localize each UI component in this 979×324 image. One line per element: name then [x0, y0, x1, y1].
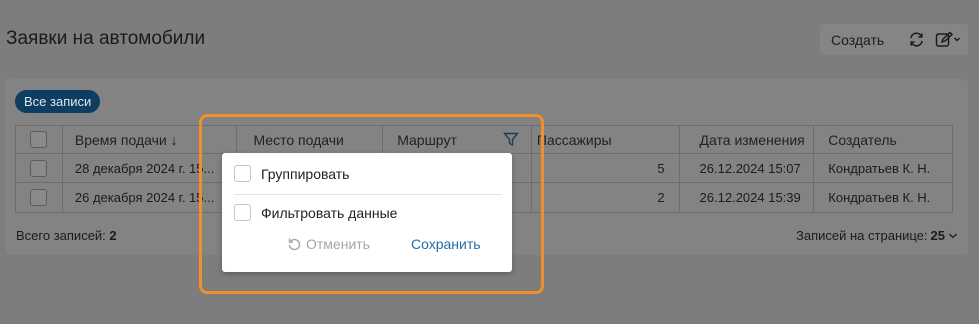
row-select-cell: [16, 183, 63, 212]
column-options-popup: Группировать Фильтровать данные Отменить…: [222, 153, 512, 272]
page-size-selector[interactable]: Записей на странице: 25: [796, 228, 958, 243]
total-records-value: 2: [109, 228, 117, 243]
column-header-creator[interactable]: Создатель: [814, 126, 952, 153]
select-all-cell: [16, 126, 63, 153]
row-select-cell: [16, 154, 63, 182]
cell-modified: 26.12.2024 15:39: [680, 183, 815, 212]
row-checkbox[interactable]: [30, 159, 48, 177]
page-size-value: 25: [930, 228, 945, 243]
select-all-checkbox[interactable]: [30, 131, 48, 148]
filter-data-checkbox[interactable]: [234, 204, 251, 221]
cancel-button-label: Отменить: [306, 236, 370, 252]
page-size-label: Записей на странице:: [796, 228, 928, 243]
column-header-modified[interactable]: Дата изменения: [680, 126, 815, 153]
group-option-label: Группировать: [261, 165, 350, 182]
toolbar: Создать: [820, 24, 968, 55]
group-checkbox[interactable]: [234, 165, 251, 182]
group-option[interactable]: Группировать: [234, 165, 349, 182]
cancel-button[interactable]: Отменить: [287, 236, 370, 252]
filter-data-option-label: Фильтровать данные: [261, 204, 398, 221]
column-header-passengers[interactable]: Пассажиры: [532, 126, 680, 153]
row-checkbox[interactable]: [30, 189, 48, 206]
cell-creator: Кондратьев К. Н.: [828, 160, 931, 176]
total-records-label: Всего записей:: [16, 228, 106, 243]
cell-creator: Кондратьев К. Н.: [828, 190, 931, 205]
edit-icon[interactable]: [930, 24, 966, 55]
total-records: Всего записей: 2: [16, 228, 117, 243]
chevron-down-icon: [949, 233, 957, 238]
refresh-icon[interactable]: [902, 24, 930, 55]
save-button[interactable]: Сохранить: [411, 236, 481, 252]
all-records-filter-chip[interactable]: Все записи: [15, 90, 101, 113]
cell-passengers: 5: [532, 154, 680, 182]
page-title: Заявки на автомобили: [6, 28, 206, 49]
popup-divider: [234, 194, 502, 195]
filter-data-option[interactable]: Фильтровать данные: [234, 204, 397, 221]
cell-passengers: 2: [532, 183, 680, 212]
cell-modified: 26.12.2024 15:07: [680, 154, 815, 182]
undo-icon: [288, 238, 301, 251]
create-button[interactable]: Создать: [820, 32, 902, 48]
